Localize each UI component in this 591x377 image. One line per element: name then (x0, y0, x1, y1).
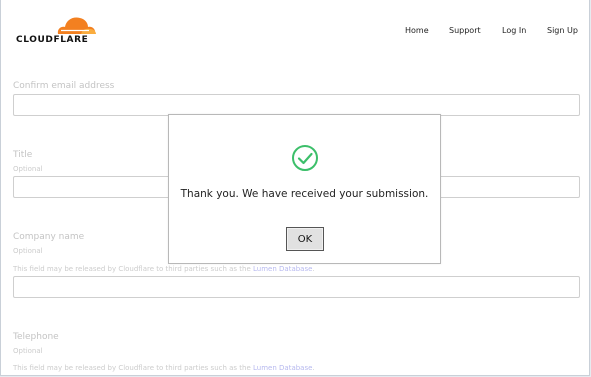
title-optional-hint: Optional (13, 165, 43, 173)
company-note-suffix: . (312, 265, 315, 273)
company-optional-hint: Optional (13, 247, 43, 255)
telephone-optional-hint: Optional (13, 347, 43, 355)
company-note-text: This field may be released by Cloudflare… (13, 265, 254, 273)
confirm-email-label: Confirm email address (13, 81, 115, 91)
submission-dialog: Thank you. We have received your submiss… (168, 114, 441, 264)
company-release-note: This field may be released by Cloudflare… (13, 265, 315, 273)
company-name-input[interactable] (13, 276, 580, 298)
confirm-email-input[interactable] (13, 94, 580, 116)
checkmark-circle-icon (292, 145, 318, 171)
telephone-note-suffix: . (312, 364, 315, 372)
page: CLOUDFLARE Home Support Log In Sign Up C… (0, 0, 590, 376)
lumen-database-link[interactable]: Lumen Database (253, 265, 312, 273)
ok-button[interactable]: OK (286, 227, 324, 251)
telephone-label: Telephone (13, 332, 59, 342)
telephone-release-note: This field may be released by Cloudflare… (13, 364, 315, 372)
title-label: Title (13, 150, 33, 160)
company-name-label: Company name (13, 232, 85, 242)
dialog-message: Thank you. We have received your submiss… (180, 188, 429, 200)
lumen-database-link[interactable]: Lumen Database (253, 364, 312, 372)
telephone-note-text: This field may be released by Cloudflare… (13, 364, 254, 372)
